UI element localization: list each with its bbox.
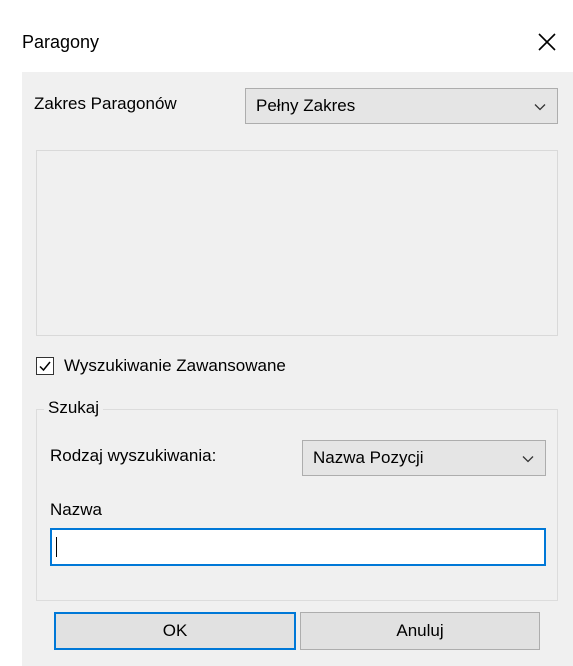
name-label: Nazwa — [50, 500, 102, 519]
search-group-title: Szukaj — [44, 398, 104, 418]
window-title: Paragony — [22, 32, 100, 52]
close-button[interactable] — [529, 24, 565, 60]
advanced-search-label: Wyszukiwanie Zawansowane — [64, 356, 286, 375]
search-type-select[interactable]: Nazwa Pozycji — [302, 440, 546, 476]
range-select[interactable]: Pełny Zakres — [245, 88, 558, 124]
range-label: Zakres Paragonów — [34, 94, 177, 113]
advanced-search-toggle[interactable]: Wyszukiwanie Zawansowane — [36, 356, 286, 376]
cancel-button[interactable]: Anuluj — [300, 612, 540, 650]
close-icon — [538, 33, 556, 51]
range-select-value: Pełny Zakres — [256, 96, 356, 115]
search-type-value: Nazwa Pozycji — [313, 448, 424, 467]
results-list[interactable] — [36, 150, 558, 336]
search-type-label: Rodzaj wyszukiwania: — [50, 446, 217, 465]
ok-button[interactable]: OK — [54, 612, 296, 650]
text-caret — [56, 537, 57, 557]
dialog-body: Zakres Paragonów Pełny Zakres Wyszukiwan… — [22, 72, 573, 666]
chevron-down-icon — [522, 456, 534, 463]
title-bar: Paragony — [0, 0, 573, 72]
name-input[interactable] — [50, 528, 546, 566]
search-group — [36, 409, 558, 601]
chevron-down-icon — [534, 104, 546, 111]
advanced-search-checkbox[interactable] — [36, 357, 54, 375]
checkmark-icon — [39, 361, 51, 372]
